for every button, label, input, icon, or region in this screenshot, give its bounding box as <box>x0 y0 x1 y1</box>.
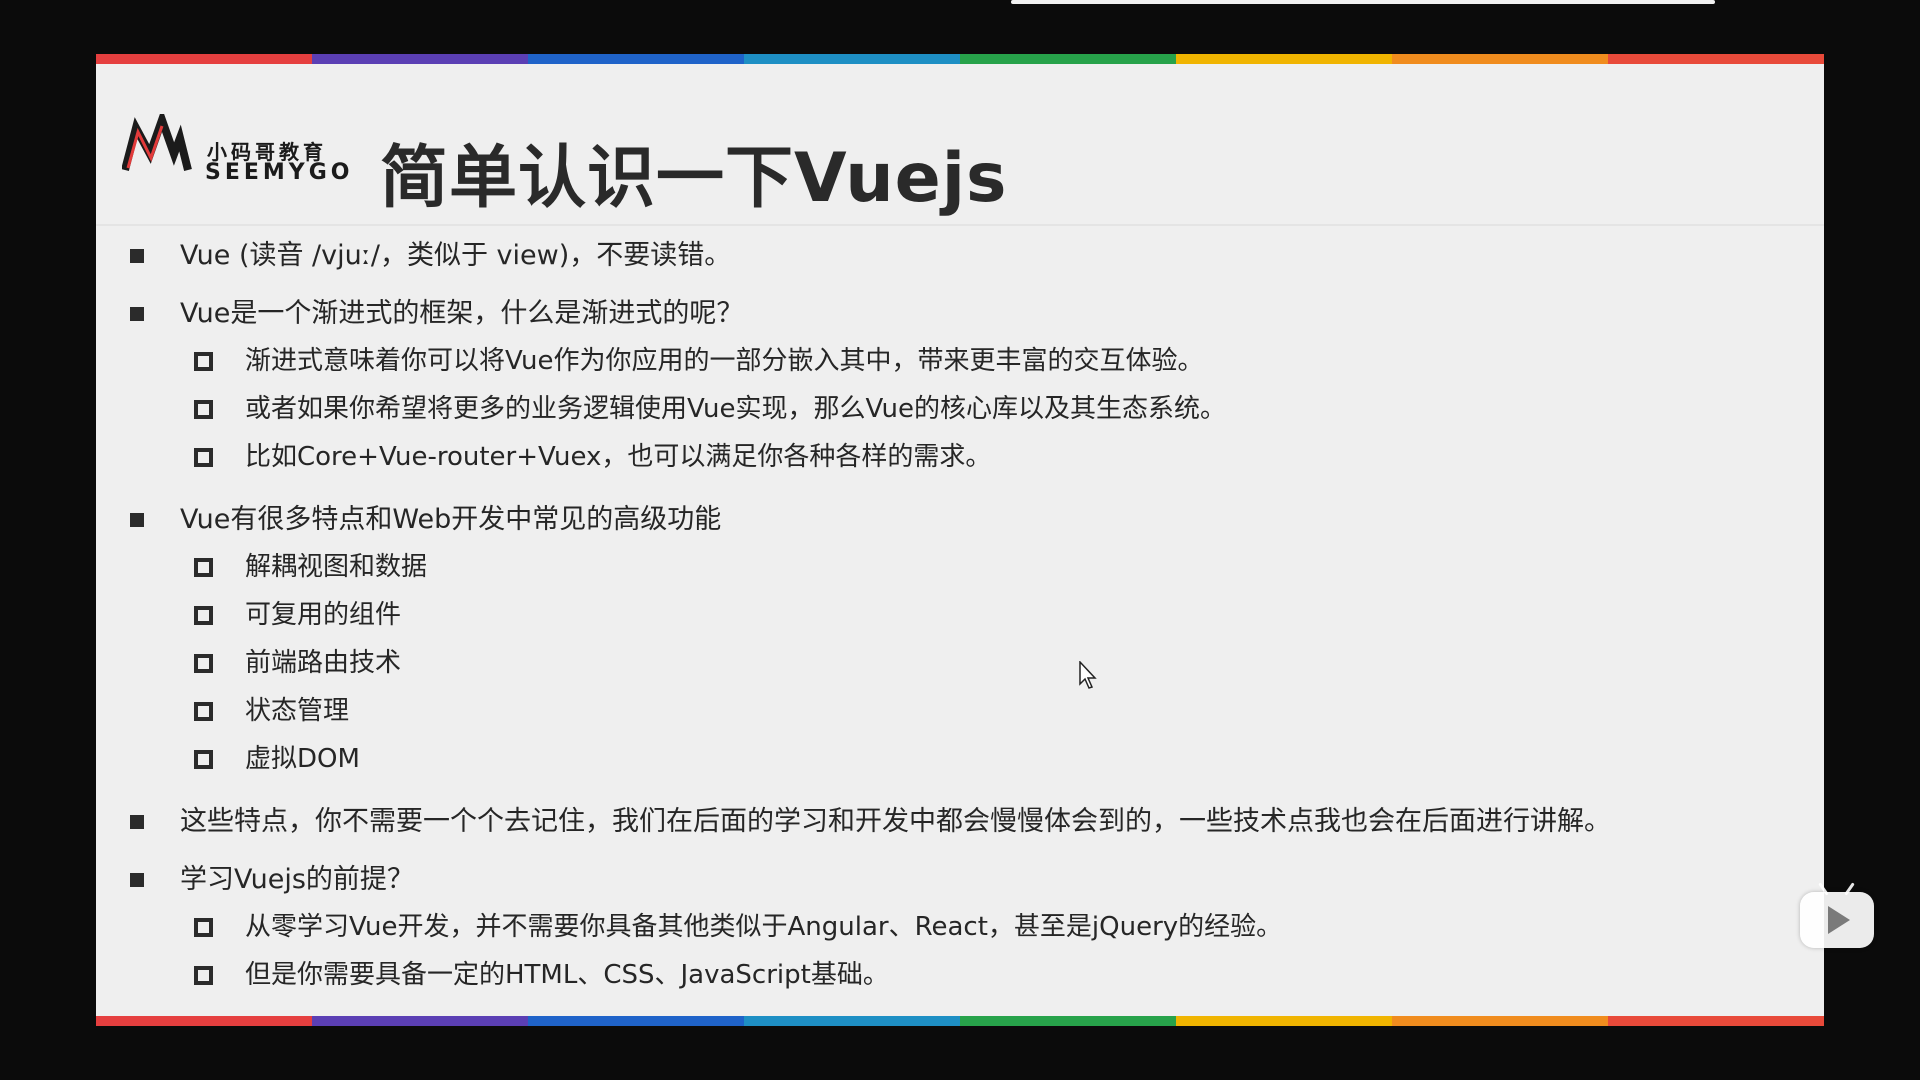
stripe-segment <box>96 54 312 64</box>
top-progress-bar[interactable] <box>1011 0 1715 4</box>
sub-bullet-item: 或者如果你希望将更多的业务逻辑使用Vue实现，那么Vue的核心库以及其生态系统。 <box>130 385 1790 433</box>
solid-square-bullet-icon <box>130 249 144 263</box>
play-button[interactable] <box>1800 882 1874 948</box>
slide-title: 简单认识一下Vuejs <box>380 139 1008 218</box>
solid-square-bullet-icon <box>130 815 144 829</box>
play-button-antenna-right <box>1844 882 1855 896</box>
hollow-square-bullet-icon <box>194 918 213 937</box>
play-icon <box>1828 906 1850 934</box>
bullet-text: 但是你需要具备一定的HTML、CSS、JavaScript基础。 <box>245 960 889 990</box>
stripe-segment <box>1176 1016 1392 1026</box>
logo-english-text: SEEMYGO <box>205 160 354 185</box>
hollow-square-bullet-icon <box>194 448 213 467</box>
stripe-segment <box>96 1016 312 1026</box>
sub-bullet-item: 前端路由技术 <box>130 639 1790 687</box>
bullet-text: Vue (读音 /vjuː/，类似于 view)，不要读错。 <box>180 240 732 271</box>
hollow-square-bullet-icon <box>194 966 213 985</box>
bullet-text: 从零学习Vue开发，并不需要你具备其他类似于Angular、React，甚至是j… <box>245 912 1283 942</box>
stripe-segment <box>1392 54 1608 64</box>
sub-bullet-item: 虚拟DOM <box>130 735 1790 783</box>
slide-top-color-stripe <box>96 54 1824 64</box>
sub-bullet-item: 但是你需要具备一定的HTML、CSS、JavaScript基础。 <box>130 951 1790 999</box>
bullet-text: 解耦视图和数据 <box>245 552 428 582</box>
bullet-item: Vue是一个渐进式的框架，什么是渐进式的呢？ <box>130 295 1790 333</box>
bullet-text: 渐进式意味着你可以将Vue作为你应用的一部分嵌入其中，带来更丰富的交互体验。 <box>245 346 1204 376</box>
bullet-text: 可复用的组件 <box>245 600 402 630</box>
slide-header: 小码哥教育 SEEMYGO 简单认识一下Vuejs <box>96 64 1824 226</box>
bullet-text: 虚拟DOM <box>245 744 360 774</box>
solid-square-bullet-icon <box>130 513 144 527</box>
bullet-text: 状态管理 <box>245 696 350 726</box>
stripe-segment <box>960 1016 1176 1026</box>
sub-bullet-item: 可复用的组件 <box>130 591 1790 639</box>
hollow-square-bullet-icon <box>194 702 213 721</box>
sub-bullet-item: 状态管理 <box>130 687 1790 735</box>
hollow-square-bullet-icon <box>194 352 213 371</box>
stripe-segment <box>312 1016 528 1026</box>
solid-square-bullet-icon <box>130 307 144 321</box>
stripe-segment <box>960 54 1176 64</box>
stripe-segment <box>1392 1016 1608 1026</box>
mouse-pointer-icon <box>1079 661 1097 689</box>
sub-bullet-item: 比如Core+Vue-router+Vuex，也可以满足你各种各样的需求。 <box>130 433 1790 481</box>
presentation-slide: 小码哥教育 SEEMYGO 简单认识一下Vuejs Vue (读音 /vjuː/… <box>96 54 1824 1026</box>
seemygo-logo: 小码哥教育 SEEMYGO <box>122 114 352 194</box>
bullet-text: 或者如果你希望将更多的业务逻辑使用Vue实现，那么Vue的核心库以及其生态系统。 <box>245 394 1226 424</box>
bullet-text: 比如Core+Vue-router+Vuex，也可以满足你各种各样的需求。 <box>245 442 992 472</box>
stripe-segment <box>528 54 744 64</box>
bullet-item: Vue (读音 /vjuː/，类似于 view)，不要读错。 <box>130 237 1790 275</box>
hollow-square-bullet-icon <box>194 750 213 769</box>
video-player-screen: 小码哥教育 SEEMYGO 简单认识一下Vuejs Vue (读音 /vjuː/… <box>0 0 1920 1080</box>
stripe-segment <box>1176 54 1392 64</box>
bullet-item: 学习Vuejs的前提？ <box>130 861 1790 899</box>
hollow-square-bullet-icon <box>194 400 213 419</box>
slide-bottom-color-stripe <box>96 1016 1824 1026</box>
bullet-text: 这些特点，你不需要一个个去记住，我们在后面的学习和开发中都会慢慢体会到的，一些技… <box>180 806 1611 837</box>
bullet-text: 前端路由技术 <box>245 648 402 678</box>
stripe-segment <box>744 1016 960 1026</box>
header-divider <box>96 224 1824 226</box>
sub-bullet-item: 渐进式意味着你可以将Vue作为你应用的一部分嵌入其中，带来更丰富的交互体验。 <box>130 337 1790 385</box>
stripe-segment <box>312 54 528 64</box>
stripe-segment <box>744 54 960 64</box>
hollow-square-bullet-icon <box>194 606 213 625</box>
sub-bullet-item: 从零学习Vue开发，并不需要你具备其他类似于Angular、React，甚至是j… <box>130 903 1790 951</box>
stripe-segment <box>528 1016 744 1026</box>
bullet-text: 学习Vuejs的前提？ <box>180 864 414 895</box>
bullet-item: Vue有很多特点和Web开发中常见的高级功能 <box>130 501 1790 539</box>
bullet-text: Vue有很多特点和Web开发中常见的高级功能 <box>180 504 722 535</box>
slide-bullet-list: Vue (读音 /vjuː/，类似于 view)，不要读错。 Vue是一个渐进式的… <box>130 237 1790 999</box>
bullet-item: 这些特点，你不需要一个个去记住，我们在后面的学习和开发中都会慢慢体会到的，一些技… <box>130 803 1790 841</box>
sub-bullet-item: 解耦视图和数据 <box>130 543 1790 591</box>
hollow-square-bullet-icon <box>194 558 213 577</box>
hollow-square-bullet-icon <box>194 654 213 673</box>
solid-square-bullet-icon <box>130 873 144 887</box>
bullet-text: Vue是一个渐进式的框架，什么是渐进式的呢？ <box>180 298 744 329</box>
stripe-segment <box>1608 54 1824 64</box>
logo-mark-icon <box>122 114 192 172</box>
stripe-segment <box>1608 1016 1824 1026</box>
